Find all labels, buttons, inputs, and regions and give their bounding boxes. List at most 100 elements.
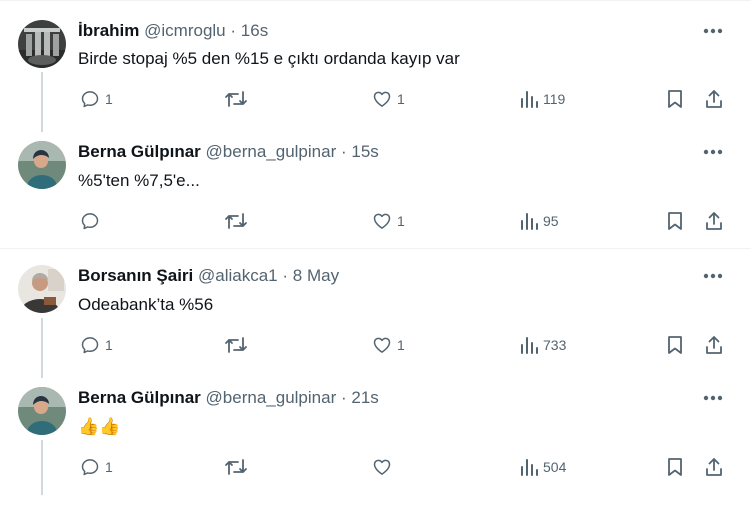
user-handle[interactable]: @aliakca1 — [198, 266, 278, 285]
tweet-text: %5'ten %7,5'e... — [78, 171, 200, 190]
action-bar: 1 1 733 — [0, 334, 751, 356]
tweet-header: Berna Gülpınar @berna_gulpinar · 15s — [78, 141, 379, 163]
separator-dot: · — [340, 388, 347, 407]
reply-button[interactable]: 1 — [80, 456, 113, 478]
user-handle[interactable]: @berna_gulpinar — [206, 142, 337, 161]
retweet-button[interactable] — [224, 210, 253, 232]
tweet-text: 👍👍 — [78, 417, 121, 436]
bookmark-button[interactable] — [666, 88, 684, 110]
tweet-header: İbrahim @icmroglu · 16s — [78, 20, 268, 42]
views-icon — [521, 459, 538, 476]
more-icon — [703, 149, 723, 155]
like-icon — [373, 459, 391, 475]
like-button[interactable] — [372, 456, 397, 478]
separator-dot: · — [282, 266, 289, 285]
share-button[interactable] — [704, 88, 724, 110]
bookmark-icon — [668, 458, 682, 476]
bookmark-button[interactable] — [666, 210, 684, 232]
separator-dot: · — [340, 142, 347, 161]
more-options-button[interactable] — [702, 143, 724, 161]
action-bar: 1 504 — [0, 456, 751, 478]
action-bar: 1 1 119 — [0, 88, 751, 110]
more-icon — [703, 28, 723, 34]
more-options-button[interactable] — [702, 389, 724, 407]
avatar[interactable] — [18, 141, 66, 189]
views-icon — [521, 337, 538, 354]
views-icon — [521, 91, 538, 108]
retweet-button[interactable] — [224, 456, 253, 478]
display-name[interactable]: Berna Gülpınar — [78, 388, 201, 407]
avatar[interactable] — [18, 265, 66, 313]
share-icon — [706, 458, 722, 476]
reply-count: 1 — [105, 459, 113, 475]
display-name[interactable]: Borsanın Şairi — [78, 266, 193, 285]
share-button[interactable] — [704, 456, 724, 478]
timestamp[interactable]: 15s — [351, 142, 378, 161]
more-icon — [703, 395, 723, 401]
retweet-icon — [225, 91, 247, 107]
bookmark-button[interactable] — [666, 456, 684, 478]
reply-icon — [81, 459, 99, 476]
more-icon — [703, 273, 723, 279]
retweet-button[interactable] — [224, 334, 253, 356]
like-button[interactable]: 1 — [372, 334, 405, 356]
views-icon — [521, 213, 538, 230]
conversation-divider — [0, 248, 751, 249]
reply-button[interactable] — [80, 210, 105, 232]
share-button[interactable] — [704, 334, 724, 356]
more-options-button[interactable] — [702, 267, 724, 285]
bookmark-icon — [668, 336, 682, 354]
reply-icon — [81, 337, 99, 354]
share-icon — [706, 90, 722, 108]
like-icon — [373, 91, 391, 107]
avatar[interactable] — [18, 387, 66, 435]
view-count: 119 — [543, 91, 566, 107]
reply-icon — [81, 91, 99, 108]
like-icon — [373, 337, 391, 353]
view-count: 733 — [543, 337, 567, 353]
views-button[interactable]: 95 — [520, 210, 559, 232]
like-count: 1 — [397, 337, 405, 353]
display-name[interactable]: İbrahim — [78, 21, 139, 40]
tweet-text: Birde stopaj %5 den %15 e çıktı ordanda … — [78, 49, 460, 68]
user-handle[interactable]: @icmroglu — [144, 21, 226, 40]
like-button[interactable]: 1 — [372, 210, 405, 232]
retweet-button[interactable] — [224, 88, 253, 110]
timestamp[interactable]: 16s — [241, 21, 268, 40]
share-button[interactable] — [704, 210, 724, 232]
bookmark-icon — [668, 90, 682, 108]
tweet-text: Odeabank’ta %56 — [78, 295, 214, 314]
views-button[interactable]: 119 — [520, 88, 565, 110]
top-divider — [0, 0, 751, 1]
like-icon — [373, 213, 391, 229]
tweet-header: Berna Gülpınar @berna_gulpinar · 21s — [78, 387, 379, 409]
avatar[interactable] — [18, 20, 66, 68]
like-count: 1 — [397, 213, 405, 229]
like-count: 1 — [397, 91, 405, 107]
bookmark-icon — [668, 212, 682, 230]
display-name[interactable]: Berna Gülpınar — [78, 142, 201, 161]
reply-button[interactable]: 1 — [80, 334, 113, 356]
retweet-icon — [225, 337, 247, 353]
view-count: 95 — [543, 213, 559, 229]
views-button[interactable]: 504 — [520, 456, 566, 478]
like-button[interactable]: 1 — [372, 88, 405, 110]
more-options-button[interactable] — [702, 22, 724, 40]
action-bar: 1 95 — [0, 210, 751, 232]
reply-button[interactable]: 1 — [80, 88, 113, 110]
share-icon — [706, 336, 722, 354]
retweet-icon — [225, 213, 247, 229]
reply-count: 1 — [105, 91, 113, 107]
separator-dot: · — [230, 21, 237, 40]
share-icon — [706, 212, 722, 230]
timestamp[interactable]: 8 May — [293, 266, 339, 285]
reply-count: 1 — [105, 337, 113, 353]
bookmark-button[interactable] — [666, 334, 684, 356]
views-button[interactable]: 733 — [520, 334, 566, 356]
tweet-header: Borsanın Şairi @aliakca1 · 8 May — [78, 265, 339, 287]
reply-feed: İbrahim @icmroglu · 16s Birde stopaj %5 … — [0, 0, 751, 505]
retweet-icon — [225, 459, 247, 475]
reply-icon — [81, 213, 99, 230]
user-handle[interactable]: @berna_gulpinar — [206, 388, 337, 407]
timestamp[interactable]: 21s — [351, 388, 378, 407]
